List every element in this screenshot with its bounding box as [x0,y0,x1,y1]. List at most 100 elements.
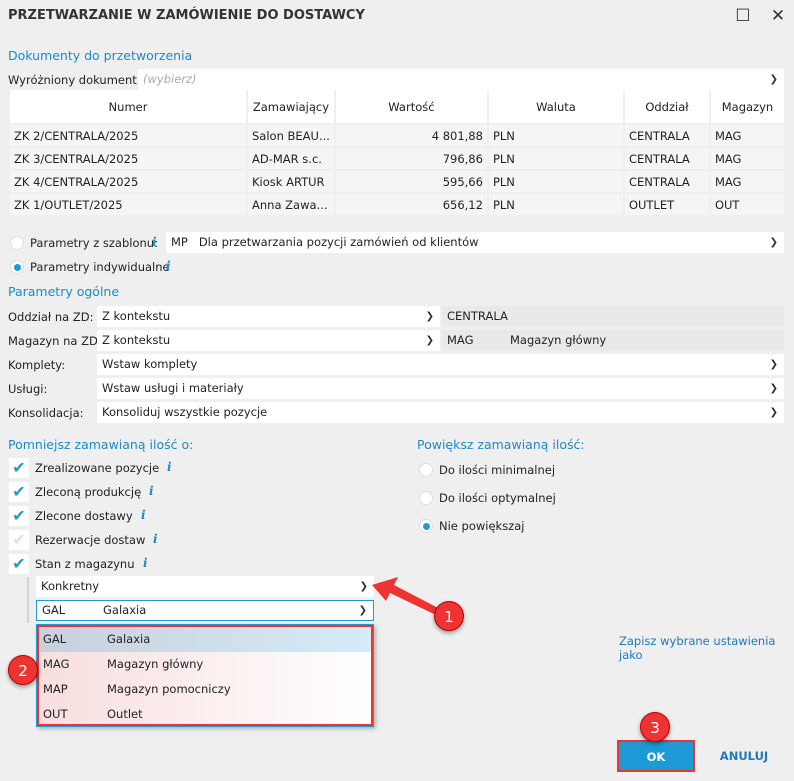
close-button[interactable]: ✕ [765,4,791,28]
info-icon[interactable]: i [167,460,172,474]
table-cell: ZK 3/CENTRALA/2025 [10,148,246,169]
indent-line [27,577,29,623]
magazyn-code: MAG [447,333,474,347]
increase-radio-2[interactable] [419,519,433,533]
info-icon[interactable]: i [152,235,157,249]
table-row[interactable]: ZK 3/CENTRALA/2025 AD-MAR s.c. 796,86 PLN CE… [10,148,784,169]
option-name: Outlet [107,707,143,721]
komplety-select[interactable]: Wstaw komplety ❯ [97,354,784,375]
dropdown-option[interactable]: GAL Galaxia [39,627,371,652]
maximize-button[interactable]: ☐ [730,4,756,28]
table-cell: PLN [488,171,623,192]
col-numer[interactable]: Numer [10,90,246,123]
checkbox-reduce-4[interactable]: ✔ [9,554,29,574]
dropdown-option[interactable]: MAG Magazyn główny [39,652,371,677]
chevron-down-icon: ❯ [769,237,778,248]
cancel-button[interactable]: ANULUJ [705,740,783,772]
increase-radio-1[interactable] [419,491,433,505]
table-cell: 656,12 [335,194,487,215]
option-code: MAG [43,657,70,671]
info-icon[interactable]: i [153,532,158,546]
warehouse-select[interactable]: GAL Galaxia ❯ [36,600,374,621]
template-params-label: Parametry z szablonu: [30,236,158,250]
warehouse-dropdown-list: GAL Galaxia MAG Magazyn główny MAP Magazyn po… [36,624,374,727]
table-cell: ZK 2/CENTRALA/2025 [10,125,246,146]
col-zamawiajacy[interactable]: Zamawiający [248,90,334,123]
increase-heading: Powiększ zamawianą ilość: [417,437,585,452]
stock-mode-select[interactable]: Konkretny ❯ [36,576,374,597]
template-name: Dla przetwarzania pozycji zamówień od kl… [198,235,479,249]
highlight-label: Wyróżniony dokument: [8,73,141,87]
konsolidacja-select[interactable]: Konsoliduj wszystkie pozycje ❯ [97,402,784,423]
highlight-document-select[interactable]: (wybierz) ❯ [138,69,784,90]
table-cell: AD-MAR s.c. [248,148,334,169]
checkmark-icon: ✔ [12,554,26,573]
konsolidacja-value: Konsoliduj wszystkie pozycje [102,405,268,419]
table-cell: Kiosk ARTUR [248,171,334,192]
increase-label: Do ilości minimalnej [439,463,556,477]
col-wartosc[interactable]: Wartość [335,90,487,123]
checkbox-reduce-3[interactable]: ✔ [9,530,29,550]
oddzial-result: CENTRALA [442,306,784,327]
oddzial-value: Z kontekstu [102,309,171,323]
template-params-radio[interactable] [10,236,24,250]
checkmark-icon: ✔ [12,506,26,525]
documents-table: Numer Zamawiający Wartość Waluta Oddział… [8,88,786,217]
magazyn-value: Z kontekstu [102,333,171,347]
reduce-heading: Pomniejsz zamawianą ilość o: [8,437,194,452]
magazyn-select[interactable]: Z kontekstu ❯ [97,330,440,351]
chevron-down-icon: ❯ [425,335,434,346]
col-oddzial[interactable]: Oddział [624,90,709,123]
uslugi-select[interactable]: Wstaw usługi i materiały ❯ [97,378,784,399]
uslugi-label: Usługi: [8,382,48,396]
info-icon[interactable]: i [149,484,154,498]
col-waluta[interactable]: Waluta [488,90,623,123]
dropdown-option[interactable]: MAP Magazyn pomocniczy [39,677,371,702]
save-settings-link[interactable]: Zapisz wybrane ustawienia jako [619,634,794,662]
individual-params-radio[interactable] [10,260,24,274]
table-cell: Salon BEAU... [248,125,334,146]
template-code: MP [171,235,188,249]
option-code: OUT [43,707,68,721]
highlight-placeholder: (wybierz) [143,72,197,86]
table-cell: Anna Zawa... [248,194,334,215]
warehouse-name: Galaxia [103,603,147,617]
chevron-down-icon: ❯ [769,383,778,394]
info-icon[interactable]: i [143,556,148,570]
chevron-down-icon: ❯ [425,311,434,322]
info-icon[interactable]: i [166,259,171,273]
oddzial-select[interactable]: Z kontekstu ❯ [97,306,440,327]
chevron-down-icon: ❯ [769,74,778,85]
table-cell: CENTRALA [624,125,709,146]
table-cell: 796,86 [335,148,487,169]
table-cell: PLN [488,194,623,215]
info-icon[interactable]: i [141,508,146,522]
table-cell: ZK 4/CENTRALA/2025 [10,171,246,192]
table-row[interactable]: ZK 4/CENTRALA/2025 Kiosk ARTUR 595,66 PLN CE… [10,171,784,192]
table-row[interactable]: ZK 1/OUTLET/2025 Anna Zawa... 656,12 PLN OUT… [10,194,784,215]
warehouse-code: GAL [42,603,66,617]
table-cell: OUT [710,194,784,215]
template-select[interactable]: MP Dla przetwarzania pozycji zamówień od… [166,232,784,253]
table-cell: 4 801,88 [335,125,487,146]
magazyn-name: Magazyn główny [510,333,607,347]
checkmark-icon: ✔ [12,530,26,549]
checkbox-reduce-0[interactable]: ✔ [9,458,29,478]
dropdown-option[interactable]: OUT Outlet [39,702,371,727]
annotation-badge-3: 3 [640,712,670,742]
increase-label: Do ilości optymalnej [439,491,556,505]
table-cell: MAG [710,125,784,146]
table-cell: CENTRALA [624,171,709,192]
table-cell: MAG [710,148,784,169]
checkmark-icon: ✔ [12,458,26,477]
table-row[interactable]: ZK 2/CENTRALA/2025 Salon BEAU... 4 801,88 P… [10,125,784,146]
checkbox-label: Zrealizowane pozycje [35,461,160,475]
ok-button[interactable]: OK [617,740,695,772]
annotation-badge-2: 2 [8,655,38,685]
documents-heading: Dokumenty do przetworzenia [8,48,193,63]
checkbox-reduce-2[interactable]: ✔ [9,506,29,526]
col-magazyn[interactable]: Magazyn [710,90,784,123]
increase-radio-0[interactable] [419,463,433,477]
uslugi-value: Wstaw usługi i materiały [102,381,244,395]
checkbox-reduce-1[interactable]: ✔ [9,482,29,502]
